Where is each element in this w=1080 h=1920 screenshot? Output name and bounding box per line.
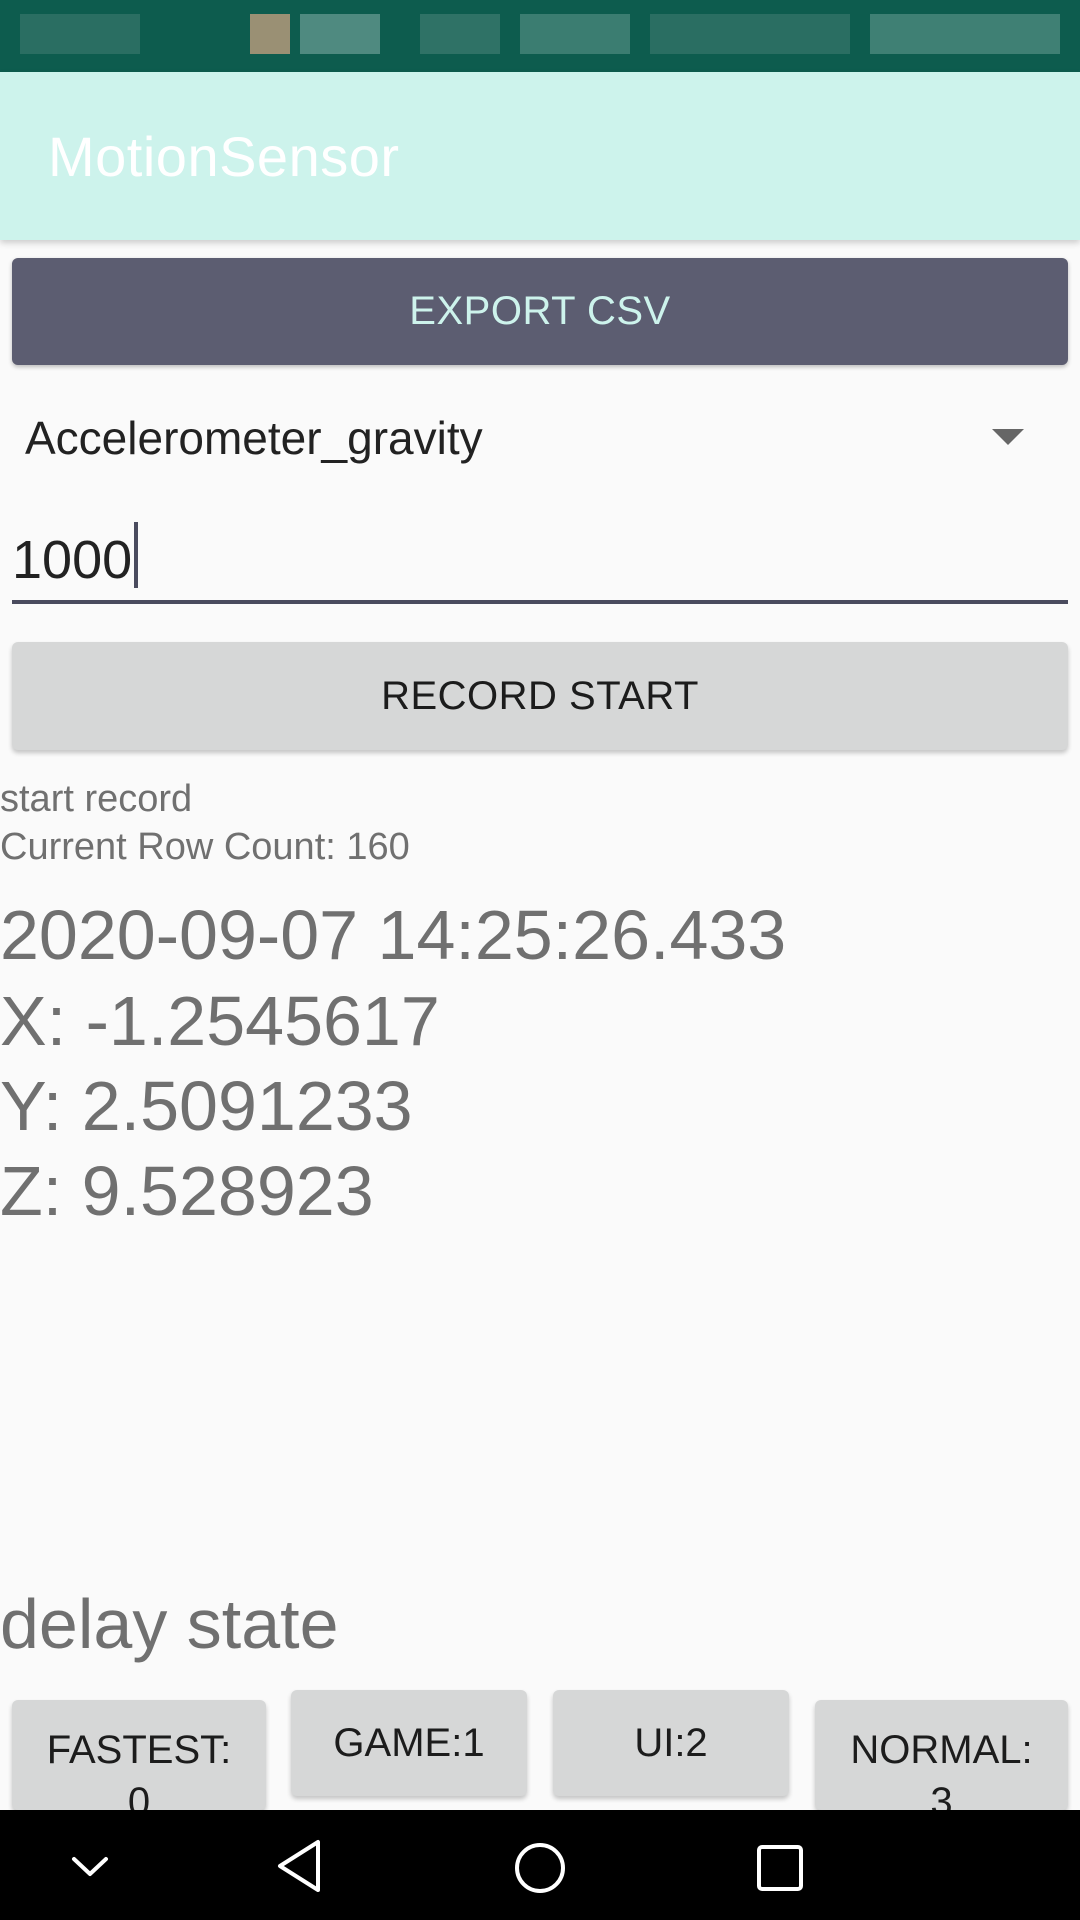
status-bar (0, 0, 1080, 72)
recents-icon[interactable] (754, 1842, 806, 1894)
sensor-type-dropdown[interactable]: Accelerometer_gravity (0, 395, 1080, 475)
interval-input-value: 1000 (12, 530, 133, 590)
status-bar-obscured (870, 14, 1060, 54)
reading-z: Z: 9.528923 (0, 1152, 374, 1230)
reading-timestamp: 2020-09-07 14:25:26.433 (0, 896, 787, 974)
row-count-text: Current Row Count: 160 (0, 826, 410, 868)
reading-x: X: -1.2545617 (0, 982, 440, 1060)
interval-input[interactable]: 1000 (12, 508, 1068, 604)
delay-fastest-button[interactable]: FASTEST: 0 (12, 1700, 266, 1810)
record-start-button[interactable]: RECORD START (12, 642, 1068, 750)
delay-state-title: delay state (0, 1585, 339, 1663)
input-underline (12, 600, 1068, 604)
interval-input-text: 1000 (12, 522, 139, 591)
delay-normal-button[interactable]: NORMAL: 3 (815, 1700, 1068, 1810)
reading-y: Y: 2.5091233 (0, 1067, 413, 1145)
delay-game-button[interactable]: GAME:1 (291, 1690, 527, 1796)
sensor-type-selected: Accelerometer_gravity (25, 412, 483, 464)
text-caret (134, 522, 139, 588)
home-icon[interactable] (512, 1840, 568, 1896)
status-bar-obscured (300, 14, 380, 54)
dropdown-arrow-icon (992, 429, 1024, 445)
app-bar: MotionSensor (0, 72, 1080, 240)
status-bar-obscured (520, 14, 630, 54)
app-title: MotionSensor (48, 125, 400, 188)
chevron-down-icon[interactable] (68, 1844, 112, 1888)
back-icon[interactable] (274, 1838, 324, 1894)
status-bar-obscured (420, 14, 500, 54)
record-status-text: start record (0, 778, 193, 820)
status-bar-obscured (20, 14, 140, 54)
export-csv-button[interactable]: EXPORT CSV (12, 258, 1068, 365)
delay-ui-button[interactable]: UI:2 (553, 1690, 789, 1796)
status-bar-obscured (650, 14, 850, 54)
status-bar-obscured (250, 14, 290, 54)
navigation-bar (0, 1810, 1080, 1920)
